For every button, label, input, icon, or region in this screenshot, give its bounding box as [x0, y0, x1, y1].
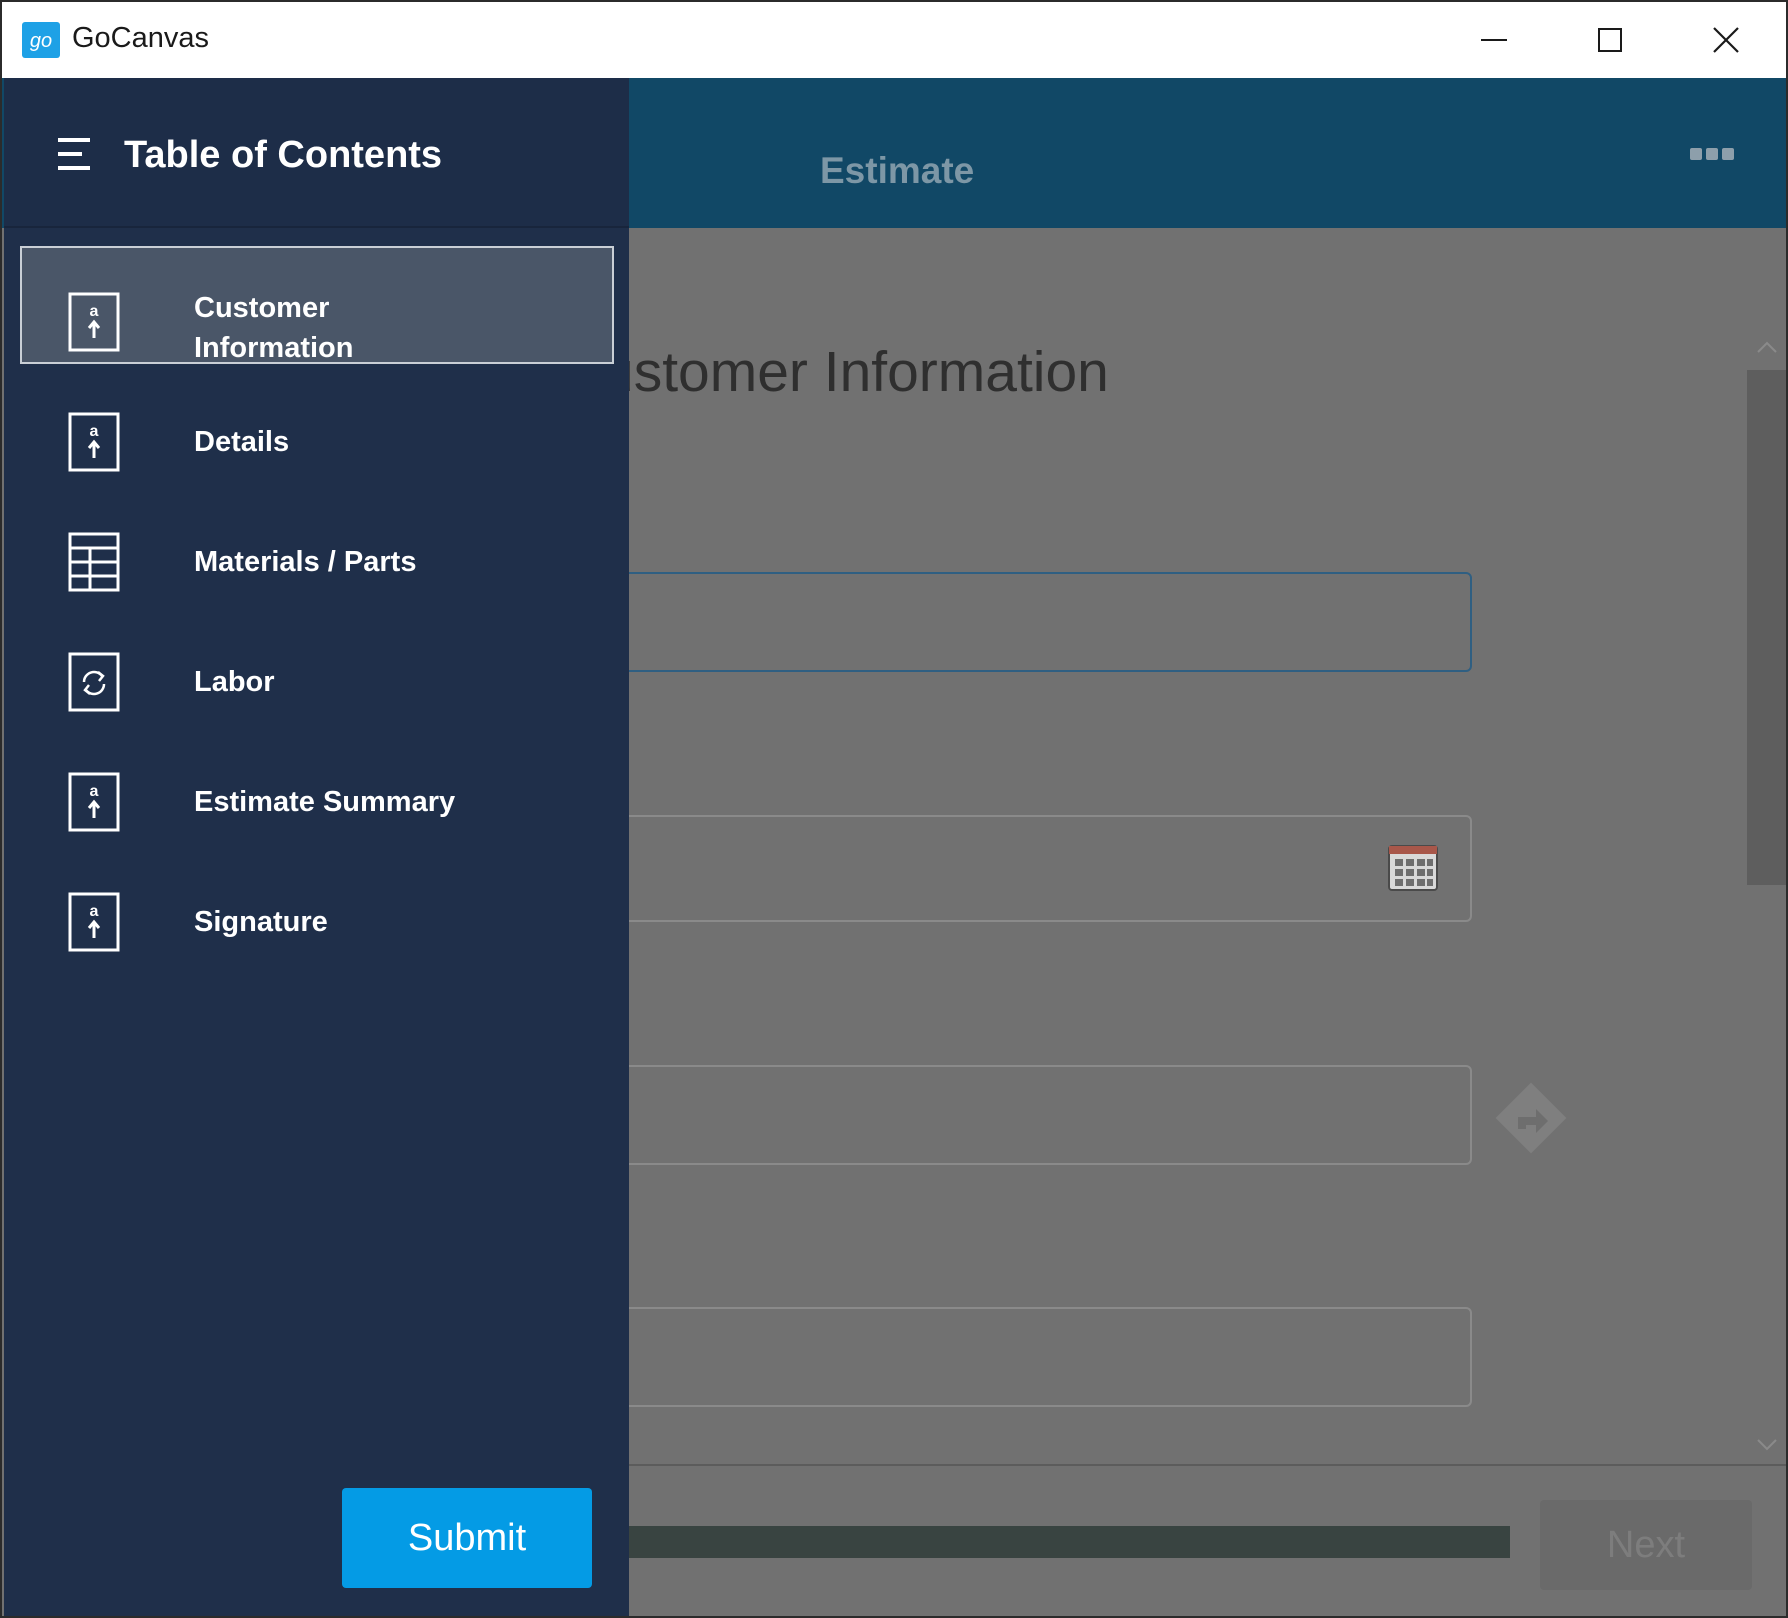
- date-field[interactable]: [602, 815, 1472, 922]
- minimize-icon: [1481, 39, 1507, 41]
- close-button[interactable]: [1668, 2, 1784, 78]
- footer-divider: [602, 1464, 1786, 1466]
- submit-button[interactable]: Submit: [342, 1488, 592, 1588]
- toc-item-materials-parts[interactable]: Materials / Parts: [20, 486, 614, 604]
- table-icon: [68, 532, 120, 592]
- scroll-up-icon[interactable]: [1754, 338, 1780, 358]
- maximize-icon: [1598, 28, 1622, 52]
- form-progress-bar: [602, 1526, 1510, 1558]
- title-bar: go GoCanvas: [2, 2, 1786, 78]
- app-window: go GoCanvas Estimate ustomer Information: [0, 0, 1788, 1618]
- scroll-down-icon[interactable]: [1754, 1434, 1780, 1454]
- more-options-icon[interactable]: [1690, 148, 1736, 164]
- text-field-icon: a: [68, 292, 120, 352]
- refresh-icon: [68, 652, 120, 712]
- toc-header: Table of Contents: [4, 78, 629, 228]
- toc-title: Table of Contents: [124, 134, 443, 176]
- toc-item-label: Details: [194, 426, 290, 458]
- svg-text:a: a: [90, 423, 99, 440]
- toc-item-customer-information[interactable]: a Customer Information: [20, 246, 614, 364]
- text-field-icon: a: [68, 772, 120, 832]
- toc-item-label: Estimate Summary: [194, 786, 456, 818]
- toc-item-signature[interactable]: a Signature: [20, 846, 614, 964]
- form-title: Estimate: [820, 150, 975, 191]
- toc-item-label: Materials / Parts: [194, 546, 417, 578]
- text-field-1[interactable]: [602, 572, 1472, 672]
- maximize-button[interactable]: [1552, 2, 1668, 78]
- next-button[interactable]: Next: [1540, 1500, 1752, 1590]
- table-of-contents-panel: Table of Contents a Customer Information…: [4, 78, 629, 1616]
- toc-item-label: Signature: [194, 906, 328, 938]
- toc-item-label: Labor: [194, 666, 275, 698]
- window-title: GoCanvas: [72, 22, 210, 54]
- gocanvas-logo-icon: go: [22, 22, 60, 58]
- text-field-4[interactable]: [602, 1307, 1472, 1407]
- page-heading: ustomer Information: [602, 340, 1109, 404]
- toc-item-estimate-summary[interactable]: a Estimate Summary: [20, 726, 614, 844]
- text-field-icon: a: [68, 412, 120, 472]
- scrollbar-thumb[interactable]: [1747, 370, 1786, 885]
- minimize-button[interactable]: [1436, 2, 1552, 78]
- address-field[interactable]: [602, 1065, 1472, 1165]
- calendar-icon[interactable]: [1387, 842, 1439, 892]
- toc-item-labor[interactable]: Labor: [20, 606, 614, 724]
- svg-text:go: go: [30, 30, 52, 52]
- svg-text:a: a: [90, 903, 99, 920]
- menu-icon[interactable]: [56, 134, 94, 174]
- directions-icon[interactable]: [1490, 1077, 1572, 1159]
- svg-text:a: a: [90, 783, 99, 800]
- text-field-icon: a: [68, 892, 120, 952]
- svg-text:a: a: [90, 303, 99, 320]
- close-icon: [1713, 27, 1739, 53]
- toc-item-details[interactable]: a Details: [20, 366, 614, 484]
- toc-item-label: Customer Information: [194, 292, 354, 364]
